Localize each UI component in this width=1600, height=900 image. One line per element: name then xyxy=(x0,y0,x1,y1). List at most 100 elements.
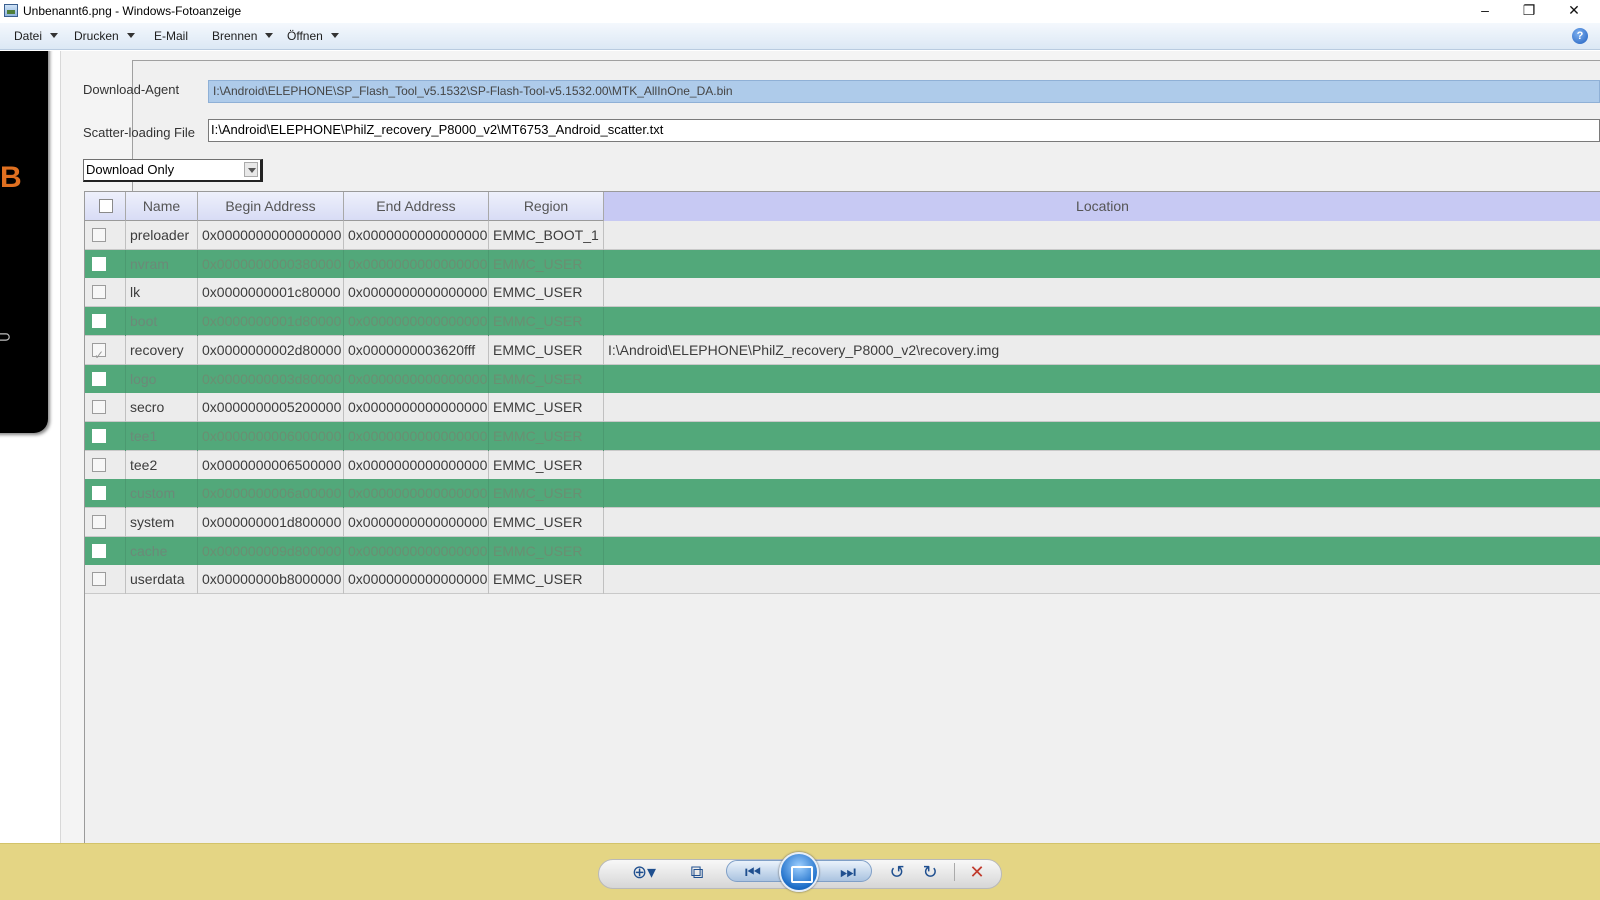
chevron-down-icon xyxy=(330,33,339,38)
rotate-left-icon[interactable]: ↺ xyxy=(884,860,910,884)
cell-end-address: 0x0000000003620fff xyxy=(344,335,489,365)
cell-checkbox xyxy=(85,221,126,250)
menu-datei[interactable]: Datei xyxy=(14,29,59,43)
cell-begin-address: 0x0000000001d80000 xyxy=(198,307,344,337)
cell-begin-address: 0x0000000006000000 xyxy=(198,421,344,451)
help-icon[interactable]: ? xyxy=(1572,28,1588,44)
scatter-file-field[interactable]: I:\Android\ELEPHONE\PhilZ_recovery_P8000… xyxy=(208,119,1600,142)
slideshow-button[interactable] xyxy=(779,852,819,892)
cell-end-address: 0x0000000000000000 xyxy=(344,249,489,279)
column-name[interactable]: Name xyxy=(126,192,198,221)
cell-location xyxy=(604,422,1600,451)
chevron-down-icon[interactable] xyxy=(244,162,258,177)
cell-name: boot xyxy=(126,307,198,337)
previous-icon[interactable]: ⏮ xyxy=(738,860,768,884)
row-checkbox[interactable] xyxy=(92,228,106,242)
table-row[interactable]: cache 0x000000009d800000 0x000000000000000… xyxy=(85,536,1600,566)
table-row[interactable]: lk 0x0000000001c80000 0x0000000000000000 EM… xyxy=(85,278,1600,308)
cell-region: EMMC_USER xyxy=(489,278,604,308)
download-mode-select[interactable]: Download Only xyxy=(83,159,263,182)
cell-name: userdata xyxy=(126,565,198,595)
rotate-right-icon[interactable]: ↻ xyxy=(917,860,943,884)
cell-checkbox xyxy=(85,450,126,480)
next-icon[interactable]: ⏭ xyxy=(833,860,863,884)
row-checkbox[interactable] xyxy=(92,285,106,300)
fit-window-icon[interactable]: ⧉ xyxy=(683,860,711,884)
restore-button[interactable]: ❐ xyxy=(1507,0,1551,22)
download-agent-label: Download-Agent xyxy=(83,82,180,97)
row-checkbox[interactable] xyxy=(92,371,106,386)
cell-name: tee2 xyxy=(126,450,198,480)
close-button[interactable]: ✕ xyxy=(1552,0,1596,22)
table-row[interactable]: custom 0x0000000006a00000 0x00000000000000… xyxy=(85,479,1600,509)
cell-checkbox xyxy=(85,565,126,595)
zoom-icon[interactable]: ⊕▾ xyxy=(624,860,664,884)
menu-drucken[interactable]: Drucken xyxy=(74,29,135,43)
chevron-down-icon xyxy=(126,33,135,38)
cell-end-address: 0x0000000000000000 xyxy=(344,364,489,394)
table-row[interactable]: userdata 0x00000000b8000000 0x000000000000… xyxy=(85,565,1600,595)
table-row[interactable]: boot 0x0000000001d80000 0x0000000000000000… xyxy=(85,307,1600,337)
cell-begin-address: 0x0000000006500000 xyxy=(198,450,344,480)
cell-location xyxy=(604,537,1600,566)
select-all-checkbox[interactable] xyxy=(99,199,113,213)
partition-table: Name Begin Address End Address Region Lo… xyxy=(84,191,1600,843)
phone-image: B ⊃ xyxy=(0,51,48,433)
cell-checkbox xyxy=(85,249,126,279)
row-checkbox[interactable] xyxy=(92,543,106,558)
table-row[interactable]: logo 0x0000000003d80000 0x0000000000000000… xyxy=(85,364,1600,394)
minimize-button[interactable]: – xyxy=(1463,0,1507,22)
row-checkbox[interactable] xyxy=(92,457,106,472)
download-agent-field[interactable]: I:\Android\ELEPHONE\SP_Flash_Tool_v5.153… xyxy=(208,80,1600,103)
table-row[interactable]: secro 0x0000000005200000 0x000000000000000… xyxy=(85,393,1600,423)
row-checkbox[interactable] xyxy=(92,428,106,443)
table-row[interactable]: preloader 0x0000000000000000 0x00000000000… xyxy=(85,221,1600,250)
column-location[interactable]: Location xyxy=(604,192,1600,221)
column-end-address[interactable]: End Address xyxy=(344,192,489,221)
cell-region: EMMC_USER xyxy=(489,479,604,509)
column-region[interactable]: Region xyxy=(489,192,604,221)
row-checkbox[interactable] xyxy=(92,515,106,529)
cell-end-address: 0x0000000000000000 xyxy=(344,565,489,595)
window-title: Unbenannt6.png - Windows-Fotoanzeige xyxy=(23,4,242,18)
table-row[interactable]: recovery0x0000000002d800000x000000000362… xyxy=(85,335,1600,365)
cell-region: EMMC_USER xyxy=(489,565,604,595)
cell-checkbox xyxy=(85,508,126,537)
table-row[interactable]: tee1 0x0000000006000000 0x0000000000000000… xyxy=(85,421,1600,451)
row-checkbox[interactable] xyxy=(92,341,106,365)
cell-end-address: 0x0000000000000000 xyxy=(344,479,489,509)
column-begin-address[interactable]: Begin Address xyxy=(198,192,344,221)
cell-checkbox xyxy=(85,421,126,451)
table-row[interactable]: tee2 0x0000000006500000 0x0000000000000000… xyxy=(85,450,1600,480)
row-checkbox[interactable] xyxy=(92,486,106,501)
row-checkbox[interactable] xyxy=(92,400,106,415)
delete-icon[interactable]: ✕ xyxy=(964,860,990,884)
cell-begin-address: 0x0000000005200000 xyxy=(198,393,344,423)
cell-location xyxy=(604,221,1600,250)
menu-brennen[interactable]: Brennen xyxy=(212,29,274,43)
cell-begin-address: 0x0000000000380000 xyxy=(198,249,344,279)
phone-button-icon: ⊃ xyxy=(0,329,12,346)
cell-location xyxy=(604,250,1600,279)
table-row[interactable]: system 0x000000001d800000 0x00000000000000… xyxy=(85,508,1600,537)
menu-email[interactable]: E-Mail xyxy=(154,29,188,43)
menu-oeffnen[interactable]: Öffnen xyxy=(287,29,339,43)
cell-region: EMMC_USER xyxy=(489,421,604,451)
cell-begin-address: 0x0000000000000000 xyxy=(198,221,344,250)
menu-bar: Datei Drucken E-Mail Brennen Öffnen xyxy=(0,23,1600,50)
row-checkbox[interactable] xyxy=(92,572,106,587)
cell-end-address: 0x0000000000000000 xyxy=(344,536,489,566)
cell-begin-address: 0x000000001d800000 xyxy=(198,508,344,537)
row-checkbox[interactable] xyxy=(92,256,106,271)
row-checkbox[interactable] xyxy=(92,314,106,329)
cell-region: EMMC_USER xyxy=(489,335,604,365)
cell-checkbox xyxy=(85,278,126,308)
cell-location xyxy=(604,278,1600,307)
cell-name: recovery xyxy=(126,335,198,365)
cell-location xyxy=(604,451,1600,480)
menu-email-label: E-Mail xyxy=(154,29,189,43)
cell-checkbox xyxy=(85,364,126,394)
table-row[interactable]: nvram 0x0000000000380000 0x000000000000000… xyxy=(85,249,1600,279)
cell-begin-address: 0x000000009d800000 xyxy=(198,536,344,566)
cell-checkbox xyxy=(85,307,126,337)
